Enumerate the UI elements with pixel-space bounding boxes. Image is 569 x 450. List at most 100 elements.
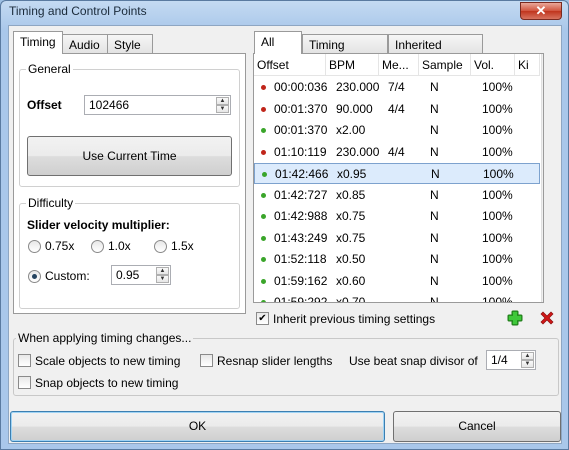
timing-points-table: Offset BPM Me... Sample Vol. Ki 00:00:03… [253,53,544,303]
timing-window: Timing and Control Points ✕ Timing Audio… [0,0,569,450]
radio-0-75x[interactable] [28,240,41,253]
inherit-label[interactable]: Inherit previous timing settings [273,312,435,326]
timing-point-dot-icon [261,106,266,112]
cell-offset: 01:42:988 [274,209,328,223]
beat-snap-spinner[interactable]: ▲ ▼ [521,352,534,368]
column-header-meter[interactable]: Me... [379,54,419,76]
cell-volume: 100% [482,123,513,137]
column-header-bpm[interactable]: BPM [326,54,379,76]
cell-volume: 100% [482,209,513,223]
snap-objects-checkbox[interactable] [18,376,31,389]
table-row[interactable]: 01:42:988 x0.75 N 100% [254,206,540,227]
close-button[interactable]: ✕ [520,2,562,20]
cell-offset: 01:43:249 [274,230,328,245]
tab-audio[interactable]: Audio [62,34,108,54]
table-row[interactable]: 01:59:292 x0.70 N 100% [254,292,540,303]
apply-changes-label: When applying timing changes... [16,331,194,345]
inherited-point-dot-icon [261,128,266,133]
cell-bpm: 90.000 [336,101,373,116]
plus-icon[interactable] [507,310,523,326]
spin-down-icon[interactable]: ▼ [521,360,534,368]
radio-1-0x[interactable] [91,240,104,253]
offset-input[interactable]: 102466 ▲ ▼ [84,95,231,115]
beat-snap-input[interactable]: 1/4 ▲ ▼ [486,350,536,370]
table-row[interactable]: 01:42:727 x0.85 N 100% [254,185,540,206]
cell-volume: 100% [482,187,513,202]
cell-meter: 4/4 [388,101,405,116]
title-bar[interactable]: Timing and Control Points ✕ [1,1,568,23]
table-row[interactable]: 01:59:162 x0.60 N 100% [254,271,540,292]
inherit-checkbox[interactable]: ✔ [256,312,269,325]
column-header-volume[interactable]: Vol. [471,54,515,76]
cell-offset: 00:01:370 [274,101,328,116]
cell-bpm: 230.000 [336,80,380,94]
radio-1-5x-label[interactable]: 1.5x [171,239,194,253]
table-row[interactable]: 00:00:036 230.000 7/4 N 100% [254,77,540,98]
spin-down-icon[interactable]: ▼ [216,105,229,113]
cell-bpm: x0.60 [336,273,366,288]
cancel-button[interactable]: Cancel [393,411,561,442]
cell-offset: 00:01:370 [274,123,328,137]
spin-up-icon[interactable]: ▲ [156,267,169,275]
radio-0-75x-label[interactable]: 0.75x [45,239,74,253]
table-row[interactable]: 01:52:118 x0.50 N 100% [254,249,540,270]
cell-offset: 01:42:727 [274,187,328,202]
cell-sample: N [430,80,439,94]
difficulty-group-label: Difficulty [26,196,76,210]
tab-inherited-points[interactable]: Inherited Points [388,34,483,66]
cell-volume: 100% [483,167,514,181]
inherited-point-dot-icon [261,192,266,198]
column-header-sample[interactable]: Sample [419,54,471,76]
apply-changes-group: When applying timing changes... Scale ob… [13,331,559,396]
cell-bpm: x0.50 [336,252,366,266]
cell-volume: 100% [482,101,513,116]
table-scrollbar[interactable]: ▲ ▼ [541,54,543,302]
offset-spinner[interactable]: ▲ ▼ [216,97,229,113]
radio-1-0x-label[interactable]: 1.0x [108,239,131,253]
cell-meter: 4/4 [388,144,405,159]
resnap-sliders-label[interactable]: Resnap slider lengths [217,354,332,368]
inherited-point-dot-icon [261,257,266,262]
scale-objects-checkbox[interactable] [18,354,31,367]
tab-all[interactable]: All [254,31,302,54]
spin-down-icon[interactable]: ▼ [156,275,169,283]
cross-icon[interactable] [539,310,555,326]
table-row[interactable]: 01:43:249 x0.75 N 100% [254,228,540,249]
cell-sample: N [430,252,439,266]
cell-bpm: 230.000 [336,144,380,159]
scale-objects-label[interactable]: Scale objects to new timing [35,354,180,368]
svm-label: Slider velocity multiplier: [27,218,170,232]
tab-timing-points[interactable]: Timing Points [302,34,388,66]
radio-custom[interactable] [28,270,41,283]
snap-objects-label[interactable]: Snap objects to new timing [35,376,178,390]
custom-spinner[interactable]: ▲ ▼ [156,267,169,283]
spin-up-icon[interactable]: ▲ [216,97,229,105]
spin-up-icon[interactable]: ▲ [521,352,534,360]
tab-timing[interactable]: Timing [13,31,63,54]
radio-1-5x[interactable] [154,240,167,253]
table-row[interactable]: 00:01:370 x2.00 N 100% [254,120,540,141]
column-header-offset[interactable]: Offset [254,54,326,76]
radio-custom-label[interactable]: Custom: [45,269,90,283]
timing-point-dot-icon [261,149,266,155]
ok-button[interactable]: OK [10,411,385,442]
timing-point-dot-icon [261,85,266,90]
custom-multiplier-input[interactable]: 0.95 ▲ ▼ [111,265,171,285]
offset-value: 102466 [89,98,130,112]
cell-sample: N [430,187,439,202]
general-group: General Offset 102466 ▲ ▼ Use Current Ti… [19,62,240,187]
cell-volume: 100% [482,80,513,94]
table-row[interactable]: 01:42:466 x0.95 N 100% [254,163,540,184]
cell-offset: 01:52:118 [274,252,327,266]
table-row[interactable]: 01:10:119 230.000 4/4 N 100% [254,142,540,163]
resnap-sliders-checkbox[interactable] [200,354,213,367]
cell-sample: N [430,209,439,223]
table-row[interactable]: 00:01:370 90.000 4/4 N 100% [254,99,540,120]
inherited-point-dot-icon [262,172,267,177]
column-header-kiai[interactable]: Ki [515,54,540,76]
dialog-client: Timing Audio Style General Offset 102466… [8,25,562,444]
cell-bpm: x2.00 [336,123,366,137]
cell-bpm: x0.70 [336,295,366,303]
use-current-time-button[interactable]: Use Current Time [27,136,232,176]
tab-style[interactable]: Style [107,34,153,54]
